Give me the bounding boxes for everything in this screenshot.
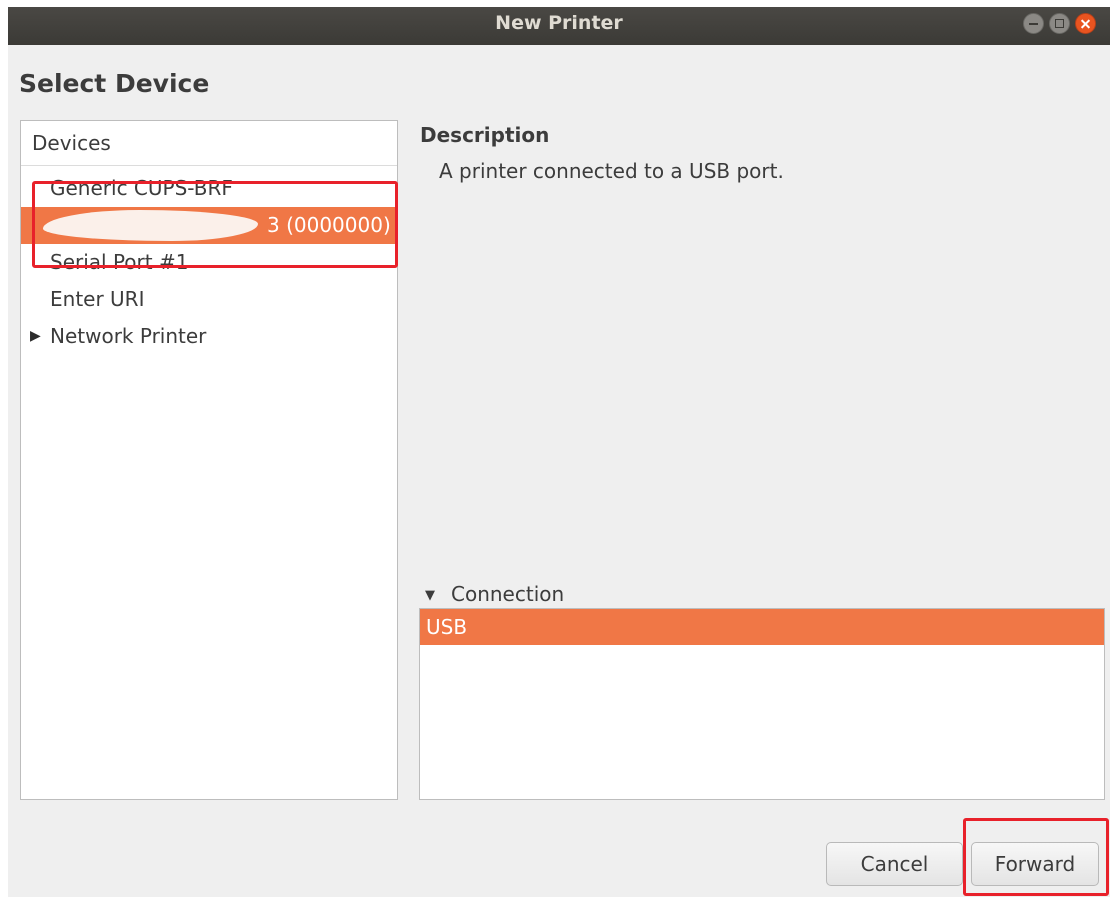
description-heading: Description [420, 123, 550, 147]
forward-button[interactable]: Forward [971, 842, 1099, 886]
description-text: A printer connected to a USB port. [439, 159, 784, 183]
expand-triangle-icon[interactable]: ▶ [30, 318, 41, 355]
device-item-serial-port[interactable]: Serial Port #1 [21, 244, 397, 281]
connection-item-usb[interactable]: USB [420, 609, 1104, 645]
devices-list[interactable]: Devices Generic CUPS-BRF 3 (0000000) Ser… [20, 120, 398, 800]
page-title: Select Device [19, 69, 210, 98]
maximize-icon[interactable] [1049, 13, 1070, 34]
device-item-label: Enter URI [50, 287, 145, 311]
collapse-triangle-icon: ▼ [425, 588, 435, 603]
new-printer-dialog: New Printer Select Device Devices Generi… [8, 7, 1110, 897]
device-item-enter-uri[interactable]: Enter URI [21, 281, 397, 318]
device-item-label: Serial Port #1 [50, 250, 189, 274]
connection-label: Connection [451, 582, 565, 606]
device-item-network-printer[interactable]: ▶ Network Printer [21, 318, 397, 355]
device-item-label: Network Printer [50, 324, 207, 348]
window-title: New Printer [495, 12, 623, 34]
device-item-generic-cups-brf[interactable]: Generic CUPS-BRF [21, 170, 397, 207]
devices-column-header[interactable]: Devices [21, 121, 397, 166]
connection-item-label: USB [426, 615, 468, 639]
cancel-button[interactable]: Cancel [826, 842, 963, 886]
redacted-area [43, 210, 258, 241]
minimize-icon[interactable] [1023, 13, 1044, 34]
connection-list[interactable]: USB [419, 608, 1105, 800]
connection-expander[interactable]: ▼ Connection [425, 582, 564, 606]
device-item-usb-printer[interactable]: 3 (0000000) [21, 207, 397, 244]
device-item-label: Generic CUPS-BRF [50, 176, 233, 200]
close-icon[interactable] [1075, 13, 1096, 34]
title-bar[interactable]: New Printer [8, 7, 1110, 45]
device-item-label: 3 (0000000) [267, 213, 391, 237]
